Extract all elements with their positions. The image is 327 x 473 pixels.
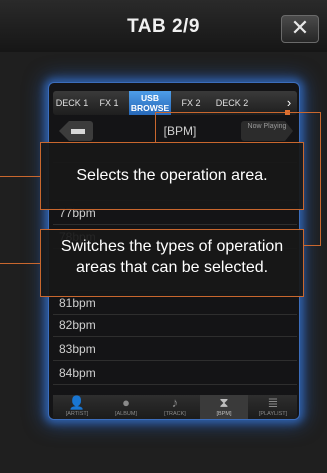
callout-text: Switches the types of operation areas th… xyxy=(60,238,284,276)
list-item[interactable]: 82bpm xyxy=(53,313,297,337)
nav-label: [BPM] xyxy=(216,411,232,417)
nav-label: [TRACK] xyxy=(164,411,186,417)
disc-icon: ● xyxy=(122,395,130,410)
category-label: [BPM] xyxy=(163,124,197,138)
now-playing-button[interactable]: Now Playing xyxy=(241,121,293,141)
bottom-nav: 👤 [ARTIST] ● [ALBUM] ♪ [TRACK] ⧗ [BPM] ≣… xyxy=(53,395,297,419)
nav-bpm[interactable]: ⧗ [BPM] xyxy=(200,395,248,419)
leader-line xyxy=(287,112,320,113)
nav-track[interactable]: ♪ [TRACK] xyxy=(151,395,199,419)
title-bar: TAB 2/9 ✕ xyxy=(0,0,327,52)
page-title: TAB 2/9 xyxy=(127,16,200,37)
list-icon: ≣ xyxy=(267,395,279,410)
close-icon[interactable]: ✕ xyxy=(291,15,309,40)
leader-line xyxy=(304,245,321,246)
nav-artist[interactable]: 👤 [ARTIST] xyxy=(53,395,101,419)
nav-label: [ARTIST] xyxy=(65,411,89,417)
browse-header: [BPM] Now Playing xyxy=(55,121,295,143)
callout-operation-area: Selects the operation area. xyxy=(40,142,304,210)
nav-album[interactable]: ● [ALBUM] xyxy=(102,395,150,419)
back-button[interactable] xyxy=(59,121,93,141)
leader-line xyxy=(0,176,40,177)
note-icon: ♪ xyxy=(171,395,179,410)
nav-label: [ALBUM] xyxy=(114,411,137,417)
bpm-list-lower: 82bpm 83bpm 84bpm xyxy=(53,313,297,385)
list-item[interactable]: 83bpm xyxy=(53,337,297,361)
leader-line xyxy=(155,112,156,142)
nav-label: [PLAYLIST] xyxy=(258,411,288,417)
callout-switch-types: Switches the types of operation areas th… xyxy=(40,229,304,297)
tab-deck1[interactable]: DECK 1 xyxy=(53,91,91,115)
tab-fx1[interactable]: FX 1 xyxy=(93,91,125,115)
leader-line xyxy=(0,263,40,264)
leader-line xyxy=(155,112,305,113)
list-item[interactable]: 84bpm xyxy=(53,361,297,385)
close-button[interactable]: ✕ xyxy=(281,15,319,43)
person-icon: 👤 xyxy=(68,395,86,410)
nav-playlist[interactable]: ≣ [PLAYLIST] xyxy=(249,395,297,419)
callout-text: Selects the operation area. xyxy=(76,167,268,184)
metronome-icon: ⧗ xyxy=(219,395,229,410)
leader-line xyxy=(320,112,321,245)
